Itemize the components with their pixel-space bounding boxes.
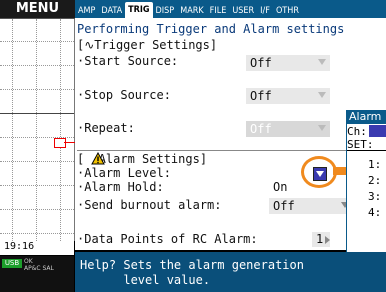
- start-source-label: ·Start Source:: [77, 54, 179, 68]
- section-divider: [77, 150, 347, 151]
- graph-gridline: [0, 209, 74, 210]
- alarm-popup-ch-select[interactable]: [369, 125, 386, 137]
- tab-user[interactable]: USER: [229, 4, 257, 18]
- tab-data[interactable]: DATA: [98, 4, 125, 18]
- stop-source-select[interactable]: Off: [246, 88, 330, 104]
- graph-gridline: [36, 19, 37, 241]
- trigger-marker[interactable]: [54, 138, 66, 148]
- tab-file[interactable]: FILE: [207, 4, 230, 18]
- graph-gridline: [12, 19, 13, 241]
- alarm-popup-row[interactable]: 3:: [368, 190, 381, 203]
- alarm-popup-row[interactable]: 1:: [368, 158, 381, 171]
- tab-othr[interactable]: OTHR: [273, 4, 302, 18]
- tab-bar: AMP DATA TRIG DISP MARK FILE USER I/F OT…: [75, 0, 386, 18]
- alarm-hold-value: On: [273, 180, 288, 194]
- alarm-hold-label: ·Alarm Hold:: [77, 180, 164, 194]
- stop-source-label: ·Stop Source:: [77, 88, 171, 102]
- start-source-select[interactable]: Off: [246, 55, 330, 71]
- alarm-popup-divider: [347, 150, 386, 151]
- chevron-right-icon: [325, 236, 330, 244]
- alarm-popup-row[interactable]: 4:: [368, 206, 381, 219]
- graph-axis-line: [0, 113, 74, 114]
- status-info-top: OK: [24, 258, 33, 265]
- usb-badge: USB: [2, 259, 22, 268]
- graph-gridline: [60, 19, 61, 241]
- alarm-hold-select[interactable]: On: [269, 180, 323, 194]
- alarm-popup-ch-label: Ch:: [347, 125, 367, 138]
- menu-button[interactable]: MENU: [0, 0, 75, 19]
- repeat-label: ·Repeat:: [77, 121, 135, 135]
- burnout-alarm-value: Off: [273, 199, 295, 213]
- tab-trig[interactable]: TRIG: [125, 2, 153, 18]
- alarm-level-label: ·Alarm Level:: [77, 166, 171, 180]
- help-text-line1: Help? Sets the alarm generation: [80, 258, 304, 272]
- repeat-value: Off: [250, 122, 272, 136]
- burnout-alarm-select[interactable]: Off: [269, 198, 353, 214]
- tab-if[interactable]: I/F: [257, 4, 273, 18]
- graph-gridline: [0, 41, 74, 42]
- rc-alarm-points-label: ·Data Points of RC Alarm:: [77, 232, 258, 246]
- tab-mark[interactable]: MARK: [177, 4, 206, 18]
- graph-gridline: [0, 185, 74, 186]
- waveform-graph: [0, 19, 75, 241]
- status-info: OK AP&C SAL: [24, 258, 54, 272]
- clock-display: 19:16: [4, 241, 35, 252]
- tab-amp[interactable]: AMP: [75, 4, 98, 18]
- stop-source-value: Off: [250, 89, 272, 103]
- warning-icon: [91, 152, 105, 165]
- graph-gridline: [0, 161, 74, 162]
- alarm-popup-title: Alarm: [347, 110, 386, 124]
- chevron-down-icon: [318, 125, 326, 131]
- graph-gridline: [0, 65, 74, 66]
- status-info-bottom: AP&C SAL: [24, 265, 54, 272]
- tab-disp[interactable]: DISP: [153, 4, 178, 18]
- graph-gridline: [0, 89, 74, 90]
- help-text-line2: level value.: [80, 273, 211, 287]
- rc-alarm-points-value: 1: [316, 232, 324, 246]
- burnout-alarm-label: ·Send burnout alarm:: [77, 198, 222, 212]
- chevron-down-icon: [318, 92, 326, 98]
- page-title: Performing Trigger and Alarm settings: [77, 22, 357, 38]
- start-source-value: Off: [250, 56, 272, 70]
- chevron-down-icon: [318, 59, 326, 65]
- graph-gridline: [0, 233, 74, 234]
- alarm-popup-row[interactable]: 2:: [368, 174, 381, 187]
- trigger-settings-header: [∿Trigger Settings]: [77, 38, 218, 52]
- repeat-select: Off: [246, 121, 330, 137]
